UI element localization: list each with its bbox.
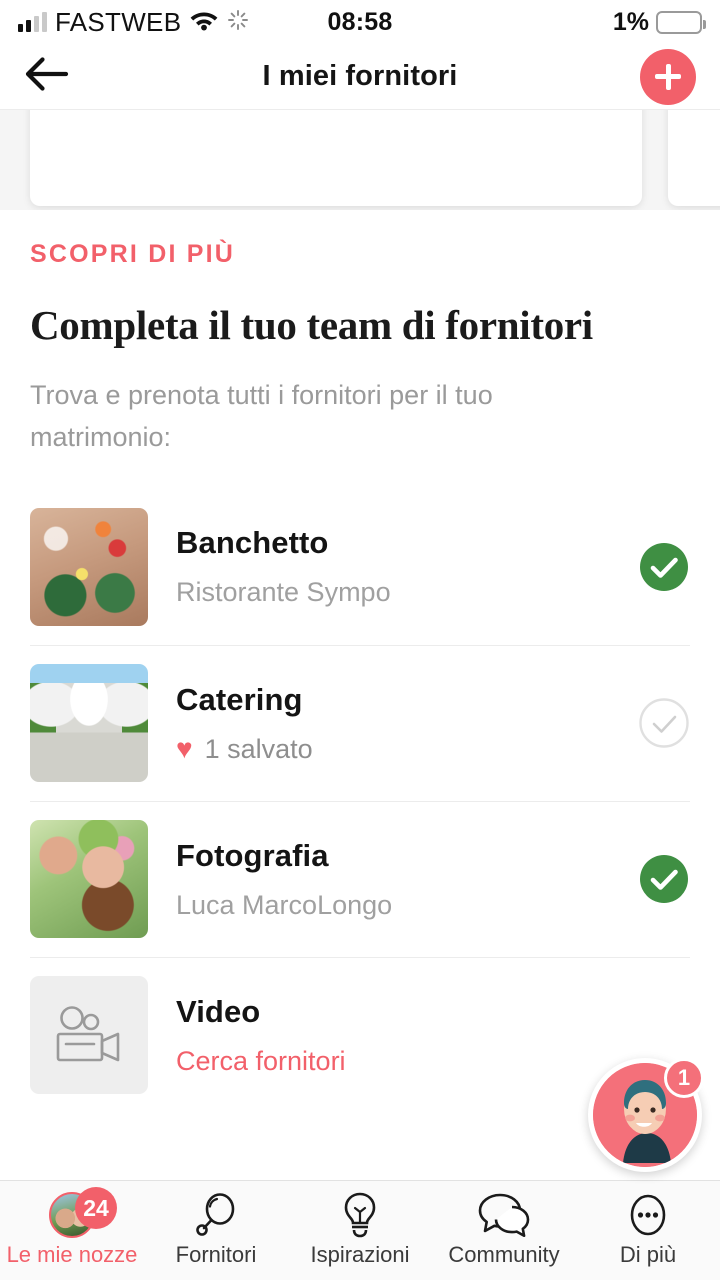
couple-avatar-icon: 24 — [49, 1187, 117, 1238]
vendor-info: Video Cerca fornitori — [176, 994, 610, 1077]
vendor-search-link[interactable]: Cerca fornitori — [176, 1046, 610, 1077]
add-vendor-button[interactable] — [640, 48, 696, 105]
vendor-thumbnail — [30, 507, 148, 626]
notification-badge: 24 — [75, 1187, 117, 1229]
vendor-check-empty — [638, 1009, 690, 1061]
section-title: Completa il tuo team di fornitori — [30, 302, 593, 348]
vendor-saved-count: ♥ 1 salvato — [176, 734, 610, 765]
tab-le-mie-nozze[interactable]: 24 Le mie nozze — [0, 1181, 144, 1280]
tab-label: Ispirazioni — [310, 1242, 410, 1267]
vendor-checked-icon[interactable] — [638, 853, 690, 905]
page-title: I miei fornitori — [262, 60, 458, 92]
tab-label: Di più — [619, 1242, 677, 1267]
vendor-category-name: Banchetto — [176, 525, 329, 561]
video-camera-icon — [56, 1006, 120, 1062]
ellipsis-icon — [626, 1193, 670, 1237]
vendor-info: Catering ♥ 1 salvato — [176, 682, 610, 765]
battery-icon — [656, 10, 706, 34]
assistant-badge: 1 — [664, 1058, 704, 1098]
vendor-info: Fotografia Luca MarcoLongo — [176, 838, 610, 921]
section-eyebrow: SCOPRI DI PIÙ — [30, 240, 236, 268]
vendor-category-name: Catering — [176, 681, 303, 717]
vendor-category-row[interactable]: Catering ♥ 1 salvato — [30, 644, 690, 801]
vendor-saved-label: 1 salvato — [204, 733, 313, 764]
app-header: I miei fornitori — [0, 44, 720, 110]
vendor-category-row[interactable]: Fotografia Luca MarcoLongo — [30, 800, 690, 957]
vendor-category-list: Banchetto Ristorante Sympo Catering ♥ 1 sal… — [0, 489, 720, 1113]
vendor-info: Banchetto Ristorante Sympo — [176, 525, 610, 608]
tab-label: Fornitori — [175, 1242, 257, 1267]
tab-fornitori[interactable]: Fornitori — [144, 1181, 288, 1280]
section-subtitle: Trova e prenota tutti i fornitori per il… — [30, 380, 493, 452]
vendor-card[interactable]: ★★★★★ 103 100% di coincid... Vicenza — [30, 110, 642, 206]
vendor-thumbnail-placeholder — [30, 976, 148, 1095]
vendor-unchecked-icon[interactable] — [638, 697, 690, 749]
status-bar-right: 1% — [612, 7, 706, 37]
tab-community[interactable]: Community — [432, 1181, 576, 1280]
tab-di-piu[interactable]: Di più — [576, 1181, 720, 1280]
vendor-category-row[interactable]: Banchetto Ristorante Sympo — [30, 489, 690, 645]
back-arrow-icon — [25, 57, 69, 96]
tab-ispirazioni[interactable]: Ispirazioni — [288, 1181, 432, 1280]
battery-percent-label: 1% — [612, 7, 649, 36]
lightbulb-icon — [340, 1192, 380, 1238]
discover-section: SCOPRI DI PIÙ Completa il tuo team di fo… — [0, 210, 720, 459]
back-button[interactable] — [24, 54, 70, 100]
speech-bubbles-icon — [478, 1193, 530, 1237]
vendor-category-name: Video — [176, 993, 261, 1029]
heart-icon: ♥ — [176, 733, 193, 765]
vendor-thumbnail — [30, 820, 148, 939]
bottom-tab-bar: 24 Le mie nozze Fornitori Ispirazioni Commun… — [0, 1180, 720, 1280]
vendor-assigned-name: Ristorante Sympo — [176, 577, 391, 608]
vendor-thumbnail — [30, 664, 148, 783]
vendor-checked-icon[interactable] — [638, 541, 690, 593]
vendor-assigned-name: Luca MarcoLongo — [176, 889, 393, 920]
vendor-category-name: Fotografia — [176, 837, 329, 873]
tab-label: Community — [448, 1242, 560, 1267]
vendor-card-body: ★★★★★ 103 100% di coincid... Vicenza — [226, 110, 624, 192]
vendor-card-carousel[interactable]: ★★★★★ 103 100% di coincid... Vicenza — [0, 110, 720, 210]
main-scroll-area[interactable]: ★★★★★ 103 100% di coincid... Vicenza SCO… — [0, 110, 720, 1180]
vendor-card-next[interactable] — [668, 110, 720, 206]
status-bar: FASTWEB 08:58 1% — [0, 0, 720, 44]
magnifier-icon — [193, 1193, 239, 1237]
tab-label: Le mie nozze — [6, 1242, 138, 1267]
assistant-chat-button[interactable]: 1 — [588, 1058, 704, 1172]
